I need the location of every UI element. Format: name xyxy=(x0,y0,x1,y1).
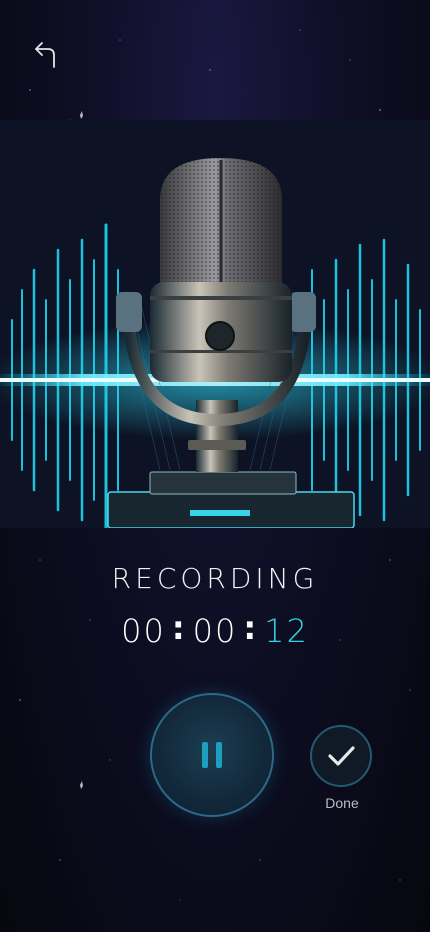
done-button[interactable] xyxy=(310,725,372,787)
timer-separator: : xyxy=(243,609,259,647)
recording-timer: 00:00:12 xyxy=(0,609,430,650)
timer-hours: 00 xyxy=(121,612,166,650)
recording-status-label: RECORDING xyxy=(111,562,319,595)
pause-button[interactable] xyxy=(150,693,274,817)
pause-icon xyxy=(202,742,222,768)
timer-minutes: 00 xyxy=(192,612,238,650)
checkmark-icon xyxy=(328,746,355,766)
recording-screen: RECORDING 00:00:12 Done xyxy=(0,0,430,932)
microphone-illustration xyxy=(0,120,430,528)
timer-separator: : xyxy=(171,609,187,647)
timer-seconds: 12 xyxy=(264,612,309,650)
back-arrow-icon xyxy=(35,42,55,68)
back-button[interactable] xyxy=(26,34,66,74)
done-label: Done xyxy=(325,795,359,811)
